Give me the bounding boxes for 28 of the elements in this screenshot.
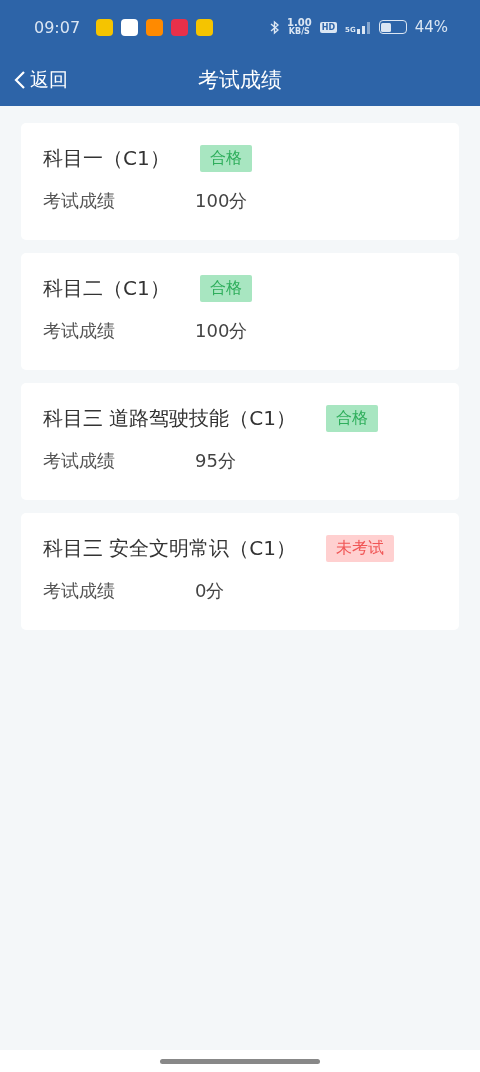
- net-unit: KB/S: [288, 28, 310, 36]
- net-speed: 1.00: [287, 18, 312, 28]
- status-tag: 未考试: [326, 535, 395, 562]
- subject-name: 科目三 安全文明常识（C1）: [43, 535, 297, 562]
- status-tag: 合格: [199, 145, 252, 172]
- back-chevron-icon: [14, 70, 26, 90]
- status-time: 09:07: [34, 17, 81, 37]
- bluetooth-icon: [270, 19, 279, 35]
- hd-badge: HD: [319, 21, 338, 33]
- score-label: 考试成绩: [43, 319, 116, 343]
- score-value: 0分: [195, 579, 225, 603]
- battery-icon: [378, 20, 407, 34]
- score-value: 100分: [195, 189, 248, 213]
- score-label: 考试成绩: [43, 579, 116, 603]
- battery-percent: 44%: [414, 18, 448, 36]
- signal-icon: [356, 20, 371, 34]
- subject-name: 科目二（C1）: [43, 275, 170, 302]
- subject-name: 科目一（C1）: [43, 145, 170, 172]
- score-value: 95分: [195, 449, 236, 473]
- back-button[interactable]: 返回: [14, 67, 68, 93]
- score-value: 100分: [195, 319, 248, 343]
- page-title: 考试成绩: [198, 68, 282, 92]
- status-tag: 合格: [326, 405, 379, 432]
- status-tag: 合格: [199, 275, 252, 302]
- score-label: 考试成绩: [43, 189, 116, 213]
- subject-name: 科目三 道路驾驶技能（C1）: [43, 405, 297, 432]
- home-indicator[interactable]: [160, 1058, 320, 1064]
- score-label: 考试成绩: [43, 449, 116, 473]
